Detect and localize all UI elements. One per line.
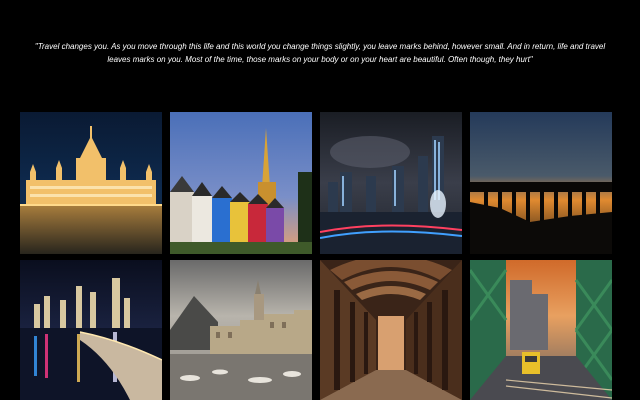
- gallery-photo-colonnade[interactable]: [320, 260, 462, 400]
- gallery-photo-colorful-houses[interactable]: [170, 112, 312, 254]
- gallery-photo-parliament[interactable]: [20, 112, 162, 254]
- gallery-photo-skyline-water[interactable]: [20, 260, 162, 400]
- gallery-photo-coastal-town[interactable]: [170, 260, 312, 400]
- photo-gallery: [0, 0, 640, 400]
- gallery-photo-city-night[interactable]: [320, 112, 462, 254]
- gallery-photo-green-bridge[interactable]: [470, 260, 612, 400]
- gallery-photo-aqueduct-sunset[interactable]: [470, 112, 612, 254]
